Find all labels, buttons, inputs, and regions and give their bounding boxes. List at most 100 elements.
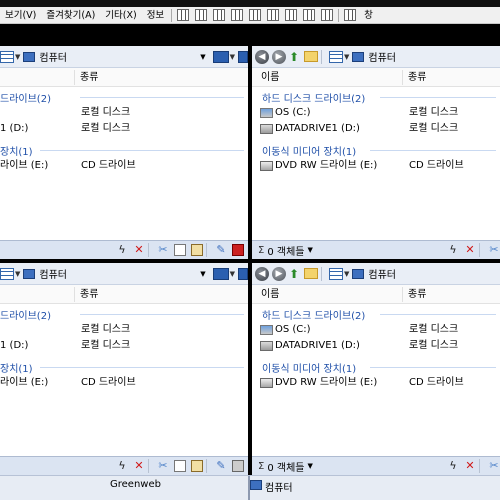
chevron-down-icon[interactable]: ▼ [200,53,205,61]
brush-icon[interactable]: ✎ [215,244,227,256]
delete-x-icon[interactable]: ✕ [133,244,145,256]
monitor-icon[interactable] [238,267,248,280]
forward-arrow-icon[interactable]: ▶ [272,266,286,281]
up-folder-icon[interactable]: ⬆ [289,50,301,64]
folder-icon[interactable] [304,268,318,279]
bolt-icon[interactable]: ϟ [116,460,128,472]
column-name[interactable] [0,285,5,304]
toolbar-separator [206,243,207,257]
chevron-down-icon[interactable]: ▼ [200,270,205,278]
address-bar[interactable]: 컴퓨터 [368,49,500,64]
tab-right[interactable]: 컴퓨터 [265,479,293,494]
chevron-down-icon[interactable]: ▼ [230,53,235,61]
menu-extra[interactable]: 기타(X) [100,7,141,24]
group-hard-drives[interactable]: 하드 디스크 드라이브(2) [252,90,500,105]
bolt-icon[interactable]: ϟ [447,244,459,256]
view-mode-icon[interactable] [329,50,343,63]
address-bar[interactable]: 컴퓨터 [39,49,200,64]
bolt-icon[interactable]: ϟ [447,460,459,472]
up-folder-icon[interactable]: ⬆ [289,267,301,281]
group-hard-drives[interactable]: 하드 디스크 드라이브(2) [252,307,500,322]
list-item[interactable]: 1 (D:) 로컬 디스크 [0,338,248,354]
group-removable[interactable]: 장치(1) [0,143,248,158]
chevron-down-icon[interactable]: ▼ [230,270,235,278]
column-name[interactable]: 이름 [256,68,279,87]
item-type: CD 드라이브 [81,160,136,171]
object-count: 0 객체들 [267,246,305,258]
list-item[interactable]: DATADRIVE1 (D:) 로컬 디스크 [252,121,500,137]
column-type[interactable]: 종류 [75,285,98,304]
layout-icon[interactable] [303,9,316,21]
column-name[interactable]: 이름 [256,285,279,304]
layout-icon[interactable] [285,9,298,21]
column-name[interactable] [0,68,5,87]
address-bar[interactable]: 컴퓨터 [39,266,200,281]
monitor-icon[interactable] [238,50,248,63]
menu-view[interactable]: 보기(V) [0,7,41,24]
help-icon[interactable] [344,9,357,21]
chevron-down-icon[interactable]: ▼ [307,462,312,470]
folder-icon[interactable] [304,51,318,62]
scissors-icon[interactable]: ✂ [488,460,500,472]
view-mode-icon[interactable] [329,267,343,280]
list-item[interactable]: DVD RW 드라이브 (E:) CD 드라이브 [252,375,500,391]
list-item[interactable]: DATADRIVE1 (D:) 로컬 디스크 [252,338,500,354]
scissors-icon[interactable]: ✂ [157,460,169,472]
monitor-icon[interactable] [212,50,229,63]
group-removable[interactable]: 장치(1) [0,360,248,375]
list-item[interactable]: OS (C:) 로컬 디스크 [252,105,500,121]
brush-icon[interactable]: ✎ [215,460,227,472]
group-removable[interactable]: 이동식 미디어 장치(1) [252,143,500,158]
menu-favorites[interactable]: 즐겨찾기(A) [41,7,100,24]
layout-icon[interactable] [213,9,226,21]
pane-toolbar: ◀ ▶ ⬆ ▼ 컴퓨터 [252,263,500,285]
list-item[interactable]: 1 (D:) 로컬 디스크 [0,121,248,137]
paste-icon[interactable] [191,244,203,256]
properties-icon[interactable] [232,244,244,256]
bolt-icon[interactable]: ϟ [116,244,128,256]
chevron-down-icon[interactable]: ▼ [307,246,312,254]
layout-icon[interactable] [231,9,244,21]
list-item[interactable]: DVD RW 드라이브 (E:) CD 드라이브 [252,158,500,174]
list-item[interactable]: 라이브 (E:) CD 드라이브 [0,158,248,174]
group-hard-drives[interactable]: 드라이브(2) [0,90,248,105]
column-type[interactable]: 종류 [403,68,426,87]
layout-icon[interactable] [195,9,208,21]
column-type[interactable]: 종류 [403,285,426,304]
menu-window[interactable]: 창 [359,7,378,24]
properties-icon[interactable] [232,460,244,472]
copy-icon[interactable] [174,244,186,256]
chevron-down-icon[interactable]: ▼ [15,53,20,61]
list-item[interactable]: OS (C:) 로컬 디스크 [252,322,500,338]
item-type: CD 드라이브 [409,377,464,388]
list-item[interactable]: 라이브 (E:) CD 드라이브 [0,375,248,391]
back-arrow-icon[interactable]: ◀ [255,49,269,64]
address-bar[interactable]: 컴퓨터 [368,266,500,281]
group-removable[interactable]: 이동식 미디어 장치(1) [252,360,500,375]
chevron-down-icon[interactable]: ▼ [15,270,20,278]
copy-icon[interactable] [174,460,186,472]
delete-x-icon[interactable]: ✕ [133,460,145,472]
layout-icon[interactable] [177,9,190,21]
monitor-icon[interactable] [212,267,229,280]
view-mode-icon[interactable] [0,267,14,280]
forward-arrow-icon[interactable]: ▶ [272,49,286,64]
column-type[interactable]: 종류 [75,68,98,87]
scissors-icon[interactable]: ✂ [488,244,500,256]
delete-x-icon[interactable]: ✕ [464,244,476,256]
list-item[interactable]: 로컬 디스크 [0,105,248,121]
paste-icon[interactable] [191,460,203,472]
layout-icon[interactable] [267,9,280,21]
delete-x-icon[interactable]: ✕ [464,460,476,472]
view-mode-icon[interactable] [0,50,14,63]
chevron-down-icon[interactable]: ▼ [344,270,349,278]
chevron-down-icon[interactable]: ▼ [344,53,349,61]
layout-icon[interactable] [249,9,262,21]
list-item[interactable]: 로컬 디스크 [0,322,248,338]
scissors-icon[interactable]: ✂ [157,244,169,256]
group-hard-drives[interactable]: 드라이브(2) [0,307,248,322]
layout-icon[interactable] [321,9,334,21]
back-arrow-icon[interactable]: ◀ [255,266,269,281]
menu-info[interactable]: 정보 [142,7,169,24]
tab-left[interactable]: Greenweb [110,479,161,490]
